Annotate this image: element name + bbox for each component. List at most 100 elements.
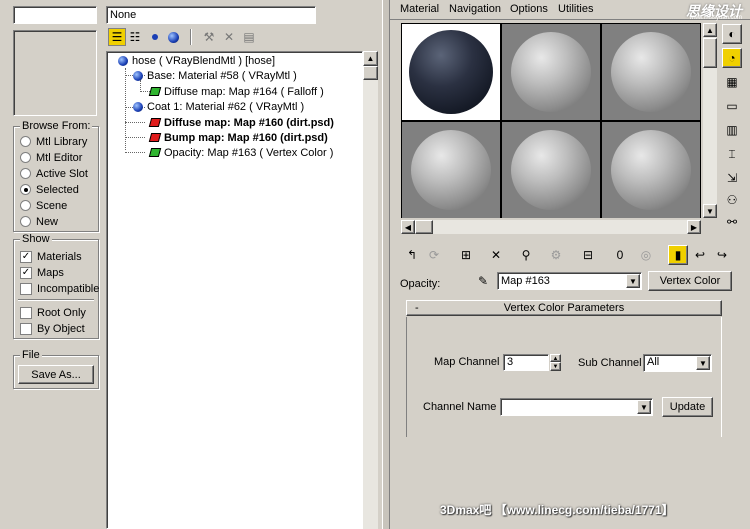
menu-navigation[interactable]: Navigation xyxy=(449,3,501,15)
tree-item-diffuse-dirt[interactable]: Diffuse map: Map #160 (dirt.psd) xyxy=(148,115,334,130)
material-effects-channel-icon[interactable]: ⊟ xyxy=(578,245,598,265)
video-color-check-icon[interactable]: ▥ xyxy=(722,120,742,140)
rollout-title: Vertex Color Parameters xyxy=(503,302,625,314)
radio-new[interactable]: New xyxy=(20,214,58,229)
watermark: 3Dmax吧 【www.linecg.com/tieba/1771】 xyxy=(440,503,674,517)
sample-slot-4[interactable] xyxy=(402,122,500,218)
tree-item-base[interactable]: Base: Material #58 ( VRayMtl ) xyxy=(133,68,297,83)
scroll-down-arrow-icon[interactable]: ▼ xyxy=(703,204,717,218)
get-material-icon[interactable]: ↰ xyxy=(402,245,422,265)
radio-button[interactable] xyxy=(20,136,31,147)
show-end-result-icon[interactable]: ▮ xyxy=(668,245,688,265)
scroll-left-arrow-icon[interactable]: ◀ xyxy=(401,220,415,234)
view-large-icons-icon[interactable] xyxy=(164,28,182,46)
put-material-icon[interactable]: ⟳ xyxy=(424,245,444,265)
view-list-icon[interactable]: ☰ xyxy=(108,28,126,46)
sub-channel-dropdown[interactable]: All ▼ xyxy=(643,354,712,372)
radio-button[interactable] xyxy=(20,168,31,179)
scroll-up-arrow-icon[interactable]: ▲ xyxy=(363,51,378,66)
map-type-button[interactable]: Vertex Color xyxy=(648,271,732,291)
sample-slot-grid[interactable] xyxy=(401,23,701,218)
site-logo-url: www.missyuan.com xyxy=(689,15,742,21)
scroll-thumb[interactable] xyxy=(415,220,433,234)
material-map-navigator-icon[interactable]: ⚯ xyxy=(722,212,742,232)
backlight-icon[interactable]: ◔ xyxy=(722,48,742,68)
slot-horizontal-scrollbar[interactable] xyxy=(401,220,701,234)
go-forward-to-sibling-icon[interactable]: ↪ xyxy=(712,245,732,265)
sample-slot-2[interactable] xyxy=(502,24,600,120)
tree-item-bump-dirt[interactable]: Bump map: Map #160 (dirt.psd) xyxy=(148,130,328,145)
rollout-header[interactable]: - Vertex Color Parameters xyxy=(406,300,722,316)
tree-scrollbar[interactable] xyxy=(363,51,378,529)
put-to-library-icon[interactable]: ⚙ xyxy=(546,245,566,265)
menu-options[interactable]: Options xyxy=(510,3,548,15)
radio-scene[interactable]: Scene xyxy=(20,198,67,213)
tree-item-opacity[interactable]: Opacity: Map #163 ( Vertex Color ) xyxy=(148,145,333,160)
check-incompatible[interactable]: Incompatible xyxy=(20,281,99,296)
panel-splitter[interactable] xyxy=(382,0,390,529)
radio-active-slot[interactable]: Active Slot xyxy=(20,166,88,181)
assign-material-icon[interactable]: ⊞ xyxy=(456,245,476,265)
scroll-thumb[interactable] xyxy=(703,38,717,68)
spinner-arrows-icon[interactable]: ▲ ▼ xyxy=(550,354,561,371)
sample-uv-tiling-icon[interactable]: ▭ xyxy=(722,96,742,116)
select-by-material-icon[interactable]: ⚇ xyxy=(722,190,742,210)
scroll-thumb[interactable] xyxy=(363,66,378,80)
view-small-icons-icon[interactable] xyxy=(146,28,164,46)
radio-button[interactable] xyxy=(20,200,31,211)
make-unique-icon[interactable]: ⚲ xyxy=(516,245,536,265)
sample-type-icon[interactable]: ◐ xyxy=(722,24,742,44)
effects-channel-number-icon[interactable]: 0 xyxy=(610,245,630,265)
sample-slot-1[interactable] xyxy=(402,24,500,120)
tree-item-coat[interactable]: Coat 1: Material #62 ( VRayMtl ) xyxy=(133,99,304,114)
clear-library-icon[interactable]: ▤ xyxy=(240,28,258,46)
check-maps[interactable]: ✓ Maps xyxy=(20,265,64,280)
name-field[interactable] xyxy=(13,6,97,24)
channel-name-label: Channel Name xyxy=(423,401,497,413)
radio-button[interactable] xyxy=(20,216,31,227)
dropdown-arrow-icon[interactable]: ▼ xyxy=(696,356,710,370)
radio-mtl-library[interactable]: Mtl Library xyxy=(20,134,87,149)
show-map-in-viewport-icon[interactable]: ◎ xyxy=(636,245,656,265)
reset-map-icon[interactable]: ✕ xyxy=(486,245,506,265)
menu-material[interactable]: Material xyxy=(400,3,439,15)
check-root-only[interactable]: Root Only xyxy=(20,305,86,320)
make-preview-icon[interactable]: ⌶ xyxy=(722,144,742,164)
map-channel-spinner[interactable]: 3 xyxy=(503,354,549,371)
radio-selected[interactable]: Selected xyxy=(20,182,79,197)
checkbox[interactable] xyxy=(20,282,32,295)
check-materials[interactable]: ✓ Materials xyxy=(20,249,82,264)
tree-item-hose[interactable]: hose ( VRayBlendMtl ) [hose] xyxy=(118,53,275,68)
checkbox[interactable] xyxy=(20,322,32,335)
tree-line xyxy=(140,91,150,92)
radio-button[interactable] xyxy=(20,152,31,163)
update-button[interactable]: Update xyxy=(662,397,713,417)
scroll-right-arrow-icon[interactable]: ▶ xyxy=(687,220,701,234)
background-checker-icon[interactable]: ▦ xyxy=(722,72,742,92)
view-list-icons-icon[interactable]: ☷ xyxy=(126,28,144,46)
delete-icon[interactable]: ✕ xyxy=(220,28,238,46)
eyedropper-icon[interactable]: ✎ xyxy=(474,272,492,290)
options-icon[interactable]: ⇲ xyxy=(722,168,742,188)
checkbox[interactable] xyxy=(20,306,32,319)
menu-utilities[interactable]: Utilities xyxy=(558,3,593,15)
checkbox-checked[interactable]: ✓ xyxy=(20,250,32,263)
current-material-field[interactable]: None xyxy=(106,6,316,24)
dropdown-arrow-icon[interactable]: ▼ xyxy=(637,400,651,414)
radio-button-selected[interactable] xyxy=(20,184,31,195)
scroll-up-arrow-icon[interactable]: ▲ xyxy=(703,23,717,37)
map-name-dropdown[interactable]: Map #163 ▼ xyxy=(497,272,642,290)
check-by-object[interactable]: By Object xyxy=(20,321,85,336)
go-to-parent-icon[interactable]: ↩ xyxy=(690,245,710,265)
sample-slot-3[interactable] xyxy=(602,24,700,120)
tree-item-diffuse-falloff[interactable]: Diffuse map: Map #164 ( Falloff ) xyxy=(148,84,324,99)
radio-mtl-editor[interactable]: Mtl Editor xyxy=(20,150,82,165)
save-as-button[interactable]: Save As... xyxy=(18,365,94,384)
dropdown-arrow-icon[interactable]: ▼ xyxy=(626,274,640,288)
sample-slot-6[interactable] xyxy=(602,122,700,218)
update-scene-icon[interactable]: ⚒ xyxy=(200,28,218,46)
channel-name-dropdown[interactable]: ▼ xyxy=(500,398,653,416)
checkbox-checked[interactable]: ✓ xyxy=(20,266,32,279)
material-preview-box xyxy=(13,30,97,116)
sample-slot-5[interactable] xyxy=(502,122,600,218)
